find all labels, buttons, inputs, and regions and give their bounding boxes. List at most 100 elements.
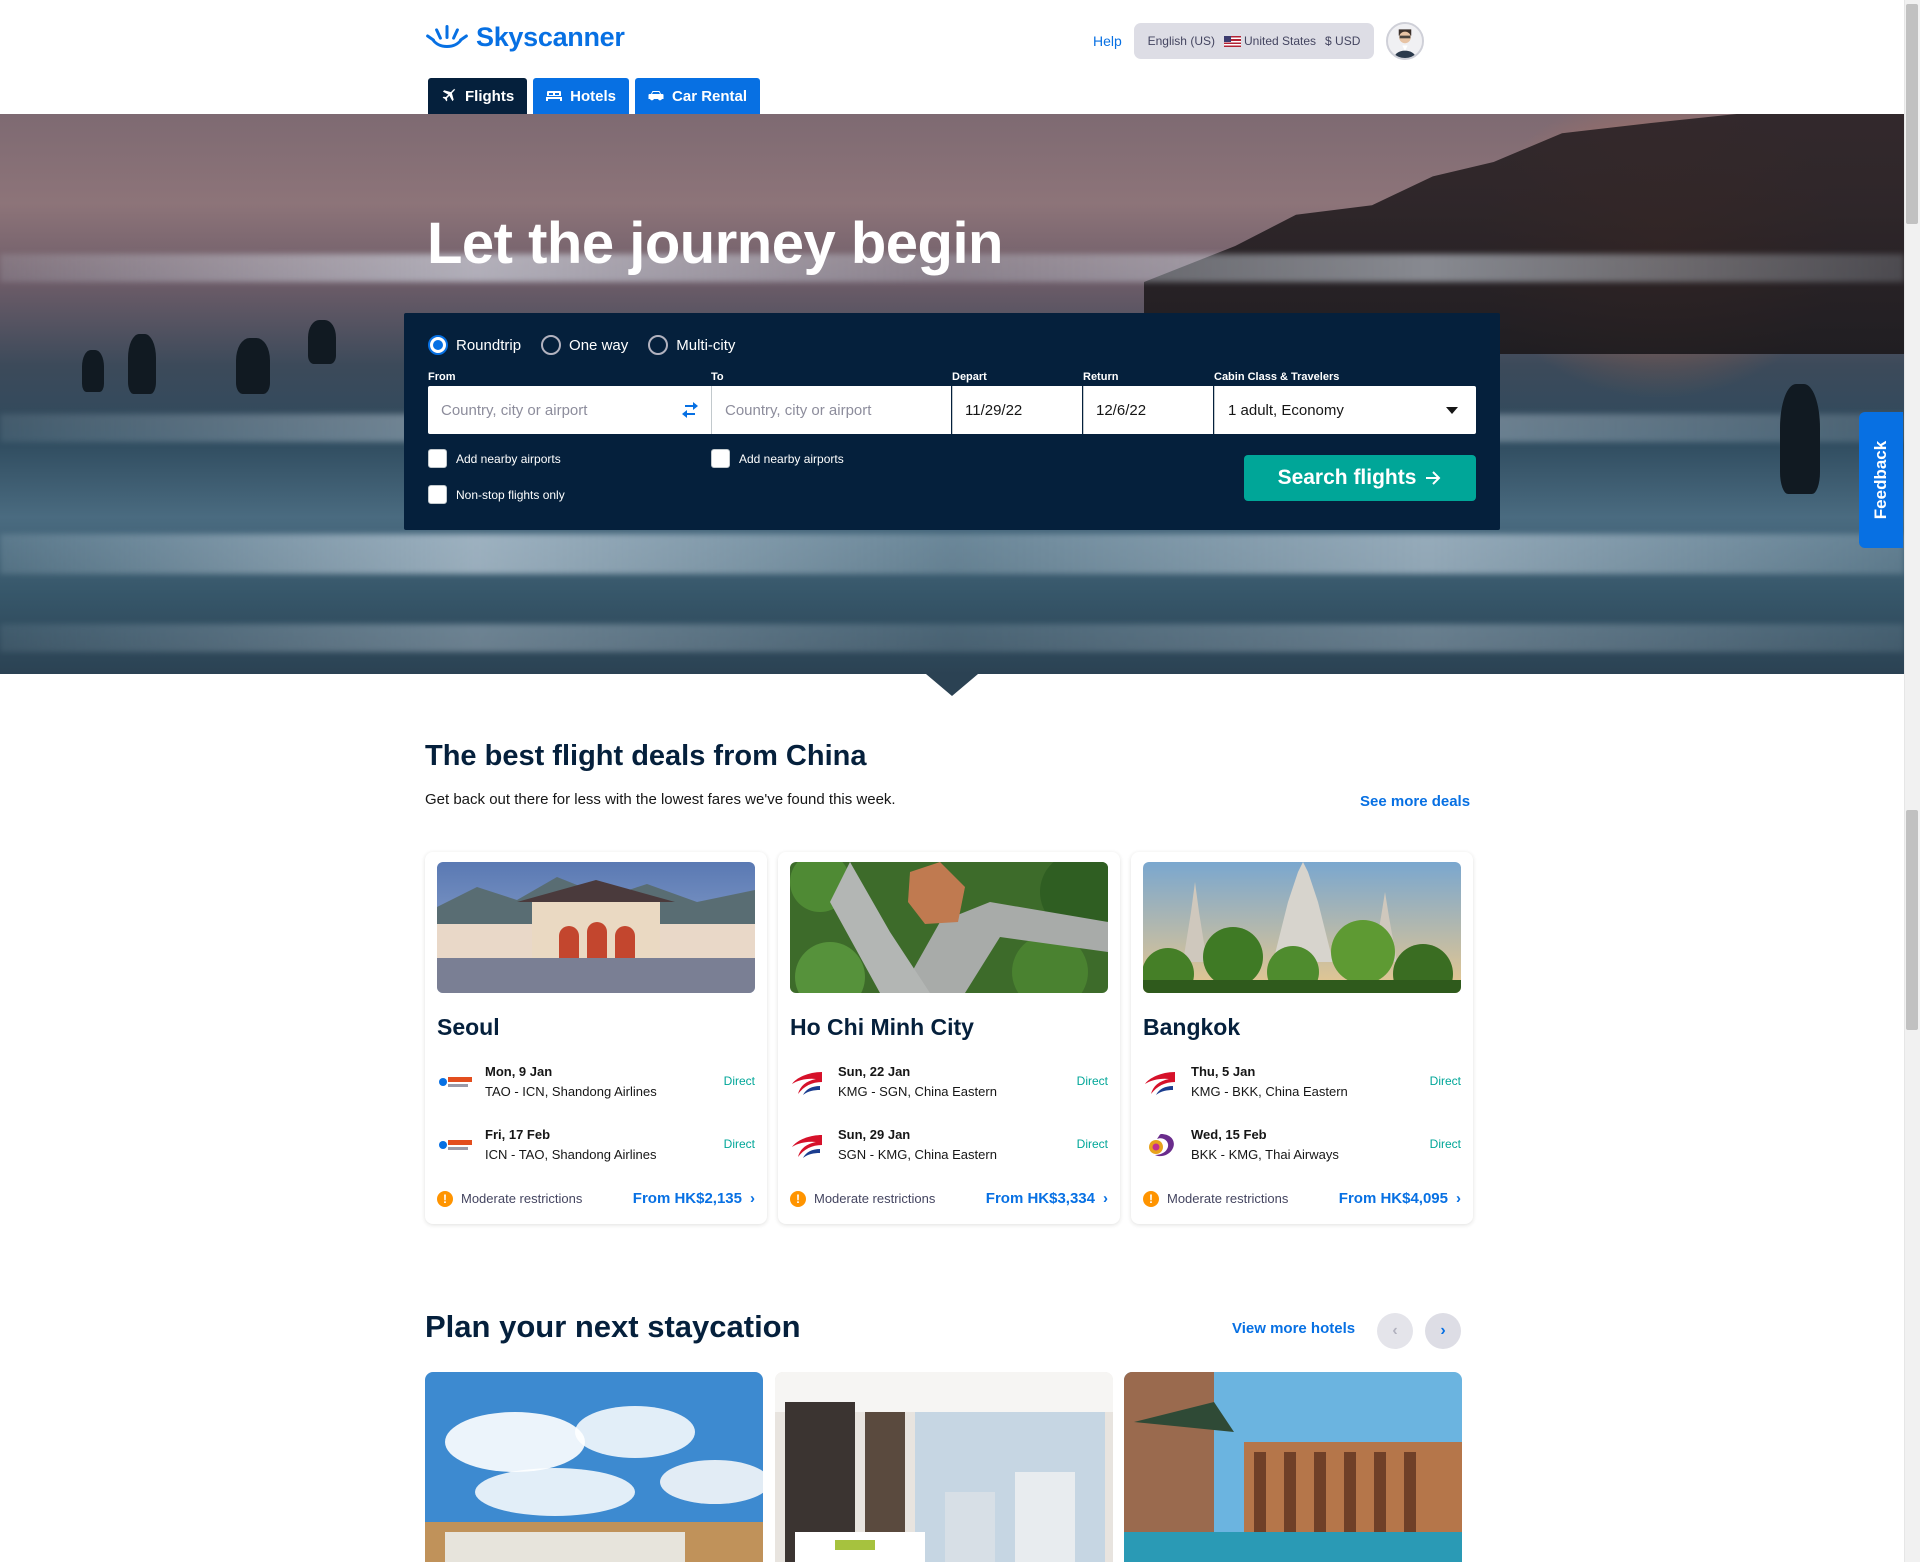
user-avatar-icon [1388,24,1422,58]
hotel-card-image[interactable] [775,1372,1113,1562]
deal-price: From HK$4,095 [1338,1190,1448,1207]
return-label: Return [1083,371,1119,383]
flight-search-panel: Roundtrip One way Multi-city From To Dep… [404,313,1500,530]
leg-route: TAO - ICN, Shandong Airlines [485,1084,657,1099]
from-label: From [428,371,456,383]
leg-date: Thu, 5 Jan [1191,1064,1256,1079]
deal-card-seoul[interactable]: Seoul Mon, 9 Jan TAO - ICN, Shandong Air… [425,852,767,1224]
swimmer-silhouette [308,320,336,364]
return-date-field[interactable]: 12/6/22 [1083,386,1213,434]
deal-card-footer: ! Moderate restrictions From HK$4,095 › [1143,1190,1461,1207]
nearby-to-checkbox[interactable] [711,449,730,468]
nearby-to-option[interactable]: Add nearby airports [711,449,844,468]
nearby-from-label: Add nearby airports [456,451,561,466]
deal-card-bangkok[interactable]: Bangkok Thu, 5 Jan KMG - BKK, China East… [1131,852,1473,1224]
chevron-right-icon: › [1440,1322,1446,1339]
help-link[interactable]: Help [1093,33,1122,49]
skyscanner-logo[interactable]: Skyscanner [426,22,625,53]
to-input[interactable]: Country, city or airport [711,386,951,434]
country-label: United States [1223,34,1316,48]
page-scroll-thumb[interactable] [1906,810,1918,1030]
trip-type-options: Roundtrip One way Multi-city [428,335,735,355]
deal-price-link[interactable]: From HK$2,135 › [633,1190,755,1207]
feedback-tab[interactable]: Feedback [1859,412,1903,548]
user-avatar[interactable] [1386,22,1424,60]
roundtrip-label: Roundtrip [456,336,522,354]
to-placeholder: Country, city or airport [725,401,872,419]
chevron-down-icon [1446,406,1458,414]
view-more-hotels-link[interactable]: View more hotels [1232,1320,1355,1337]
feedback-label: Feedback [1871,440,1890,520]
depart-date-field[interactable]: 11/29/22 [952,386,1082,434]
trip-type-one-way[interactable]: One way [541,335,628,355]
hotel-card-image[interactable] [1124,1372,1462,1562]
tab-car-rental[interactable]: Car Rental [635,78,761,114]
chevron-right-icon: › [1456,1190,1461,1207]
carousel-next-button[interactable]: › [1425,1313,1461,1349]
one-way-radio[interactable] [541,335,562,355]
tab-hotels[interactable]: Hotels [533,78,630,114]
roundtrip-radio[interactable] [428,335,448,355]
swimmer-silhouette [82,350,104,392]
return-date-value: 12/6/22 [1096,401,1147,419]
nearby-from-option[interactable]: Add nearby airports [428,449,561,468]
deal-leg-return: Wed, 15 Feb BKK - KMG, Thai Airways Dire… [1143,1125,1461,1169]
deals-title: The best flight deals from China [425,740,867,772]
china-eastern-logo-icon [792,1135,822,1158]
hero-scroll-thumb[interactable] [1906,4,1918,224]
swimmer-silhouette [236,338,270,394]
shandong-airlines-logo-icon [439,1140,472,1150]
carousel-prev-button[interactable]: ‹ [1377,1313,1413,1349]
page-scrollbar[interactable] [1904,0,1920,1562]
trip-type-multi-city[interactable]: Multi-city [648,335,735,355]
tab-car-rental-label: Car Rental [672,87,748,105]
leg-stops: Direct [1429,1074,1461,1088]
warning-icon: ! [790,1190,806,1207]
leg-route: KMG - BKK, China Eastern [1191,1084,1348,1099]
staycation-title: Plan your next staycation [425,1309,801,1344]
multi-city-radio[interactable] [648,335,669,355]
tab-hotels-label: Hotels [570,87,617,105]
plane-icon [442,88,456,102]
deal-city-name: Bangkok [1143,1014,1241,1040]
deal-price-link[interactable]: From HK$4,095 › [1339,1190,1461,1207]
deal-leg-return: Fri, 17 Feb ICN - TAO, Shandong Airlines… [437,1125,755,1169]
china-eastern-logo-icon [1145,1072,1175,1095]
wader-silhouette [1780,384,1820,494]
deal-price: From HK$2,135 [632,1190,742,1207]
wave-foam [0,534,1904,574]
leg-date: Fri, 17 Feb [485,1127,551,1142]
deal-price-link[interactable]: From HK$3,334 › [986,1190,1108,1207]
tab-flights[interactable]: Flights [428,78,528,114]
arrow-right-icon [1426,471,1441,485]
deal-card-footer: ! Moderate restrictions From HK$3,334 › [790,1190,1108,1207]
deal-card-ho-chi-minh-city[interactable]: Ho Chi Minh City Sun, 22 Jan KMG - SGN, … [778,852,1120,1224]
leg-route: SGN - KMG, China Eastern [838,1147,997,1162]
swap-icon[interactable] [679,399,701,421]
trip-type-roundtrip[interactable]: Roundtrip [428,335,521,355]
cabin-travelers-select[interactable]: 1 adult, Economy [1214,386,1476,434]
nearby-to-label: Add nearby airports [739,451,844,466]
chevron-right-icon: › [750,1190,755,1207]
search-flights-label: Search flights [1277,466,1417,489]
brand-name: Skyscanner [476,22,625,52]
from-input[interactable]: Country, city or airport [428,386,711,434]
leg-stops: Direct [1076,1074,1108,1088]
hotel-card-image[interactable] [425,1372,763,1562]
see-more-deals-link[interactable]: See more deals [1360,793,1470,810]
leg-date: Sun, 29 Jan [838,1127,911,1142]
deal-city-name: Ho Chi Minh City [790,1014,974,1040]
leg-date: Mon, 9 Jan [485,1064,553,1079]
leg-stops: Direct [723,1074,755,1088]
nearby-from-checkbox[interactable] [428,449,447,468]
leg-route: ICN - TAO, Shandong Airlines [485,1147,657,1162]
search-flights-button[interactable]: Search flights [1244,455,1476,501]
deal-leg-outbound: Thu, 5 Jan KMG - BKK, China Eastern Dire… [1143,1062,1461,1106]
nonstop-option[interactable]: Non-stop flights only [428,485,565,504]
bangkok-temple-image [1143,862,1461,993]
car-icon [648,91,664,101]
one-way-label: One way [569,336,629,354]
locale-selector[interactable]: English (US) United States $ USD [1134,23,1374,59]
from-placeholder: Country, city or airport [441,401,588,419]
nonstop-checkbox[interactable] [428,485,447,504]
